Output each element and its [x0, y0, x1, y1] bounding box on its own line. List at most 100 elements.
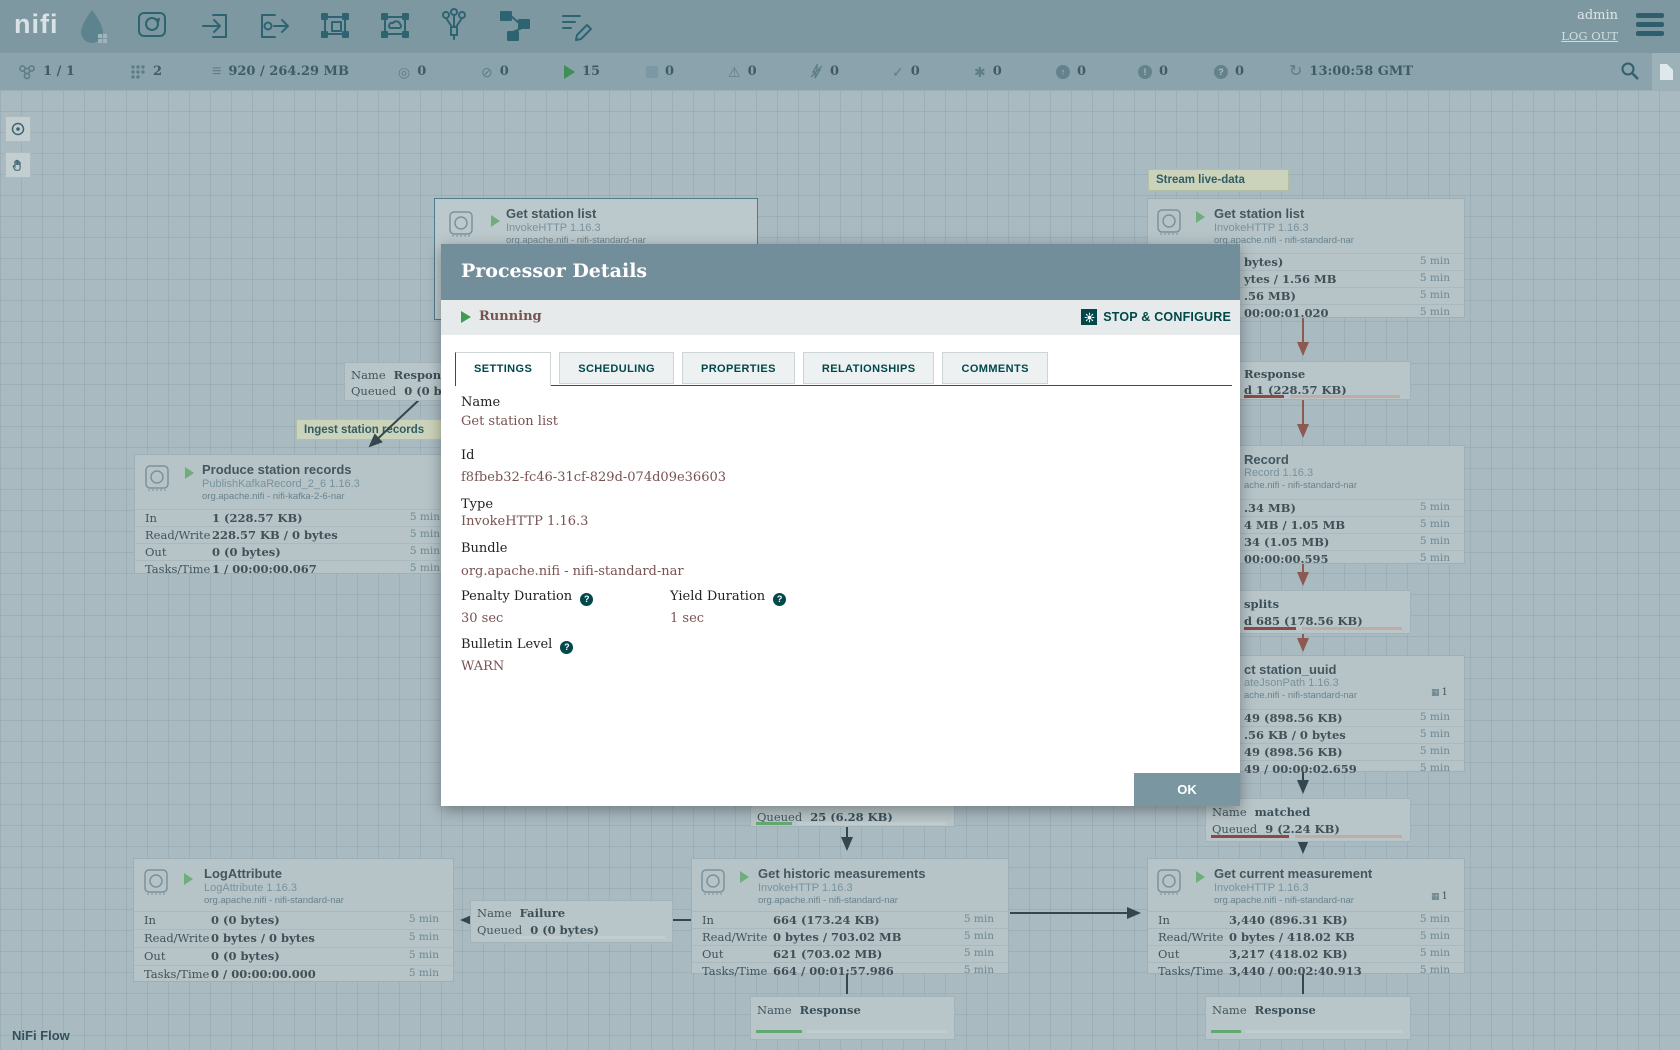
help-icon[interactable]: ? [560, 641, 573, 654]
threads-icon [130, 64, 146, 80]
run-status-icon [185, 467, 194, 479]
processor-get-historic-measurements[interactable]: Get historic measurements InvokeHTTP 1.1… [691, 858, 1009, 974]
processor-bundle: ache.nifi - nifi-standard-nar [1244, 480, 1357, 491]
current-user: admin [1577, 8, 1618, 23]
processor-produce-station-records[interactable]: Produce station records PublishKafkaReco… [134, 454, 455, 574]
node-badge: ▦1 [1431, 891, 1448, 902]
remote-process-group-icon[interactable] [378, 7, 412, 45]
stale-count: 0 [1077, 64, 1086, 79]
disabled-count: 0 [830, 64, 839, 79]
processor-bundle: org.apache.nifi - nifi-standard-nar [758, 895, 898, 906]
funnel-icon[interactable] [437, 7, 471, 45]
compass-icon [11, 122, 25, 136]
processor-details-dialog: Processor Details Running STOP & CONFIGU… [441, 244, 1240, 806]
cluster-icon [18, 64, 36, 80]
processor-name: Get station list [1214, 206, 1304, 221]
tab-relationships[interactable]: RELATIONSHIPS [803, 352, 935, 384]
stat-row: In664 (173.24 KB)5 min [692, 911, 1008, 929]
status-active-threads: 2 [130, 53, 162, 90]
connection-response-bottom-middle[interactable]: NameResponse [750, 996, 955, 1040]
label-icon[interactable] [559, 7, 593, 45]
status-not-transmitting: ⊘ 0 [481, 53, 509, 90]
stop-and-configure-button[interactable]: STOP & CONFIGURE [1081, 309, 1231, 325]
processor-name: Get current measurement [1214, 866, 1372, 881]
input-port-icon[interactable] [200, 7, 234, 45]
exclamation-circle-icon: ! [1138, 65, 1152, 79]
arrow-up-circle-icon: ↑ [1056, 65, 1070, 79]
name-value: Get station list [461, 414, 558, 429]
question-circle-icon: ? [1214, 65, 1228, 79]
up-to-date-count: 0 [911, 64, 920, 79]
stat-row: Read/Write228.57 KB / 0 bytes5 min [135, 526, 454, 544]
connected-nodes-count: 1 / 1 [43, 64, 75, 79]
last-refresh-time: 13:00:58 GMT [1309, 64, 1413, 79]
status-refresh[interactable]: ↻ 13:00:58 GMT [1289, 53, 1413, 90]
id-label: Id [461, 448, 474, 463]
status-locally-modified: ✱ 0 [974, 53, 1002, 90]
processor-name: Get station list [506, 206, 596, 221]
status-bar: 1 / 1 2 ≡ 920 / 264.29 MB ◎ 0 ⊘ 0 15 0 ⚠… [0, 53, 1680, 90]
id-value: f8fbeb32-fc46-31cf-829d-074d09e36603 [461, 470, 726, 485]
processor-chip-icon [449, 211, 473, 238]
breadcrumb[interactable]: NiFi Flow [12, 1028, 70, 1043]
processor-name: Record [1244, 452, 1289, 467]
operate-palette-button[interactable] [5, 152, 31, 178]
not-transmitting-icon: ⊘ [481, 65, 493, 79]
connection-response-bottom-right[interactable]: NameResponse [1205, 996, 1411, 1040]
status-up-to-date: ✓ 0 [892, 53, 920, 90]
ok-button[interactable]: OK [1134, 773, 1240, 806]
global-menu-icon[interactable] [1636, 13, 1666, 39]
status-connected-nodes: 1 / 1 [18, 53, 75, 90]
refresh-icon[interactable]: ↻ [1289, 65, 1302, 79]
processor-type: ateJsonPath 1.16.3 [1244, 677, 1339, 689]
processor-icon[interactable] [135, 7, 169, 45]
run-status-icon [1196, 211, 1205, 223]
processor-chip-icon [144, 869, 168, 896]
top-navbar: nifi admin LOG OUT [0, 0, 1680, 53]
navigate-palette-button[interactable] [5, 116, 31, 142]
tab-settings[interactable]: SETTINGS [455, 352, 551, 386]
processor-type: InvokeHTTP 1.16.3 [1214, 882, 1309, 894]
processor-type: PublishKafkaRecord_2_6 1.16.3 [202, 478, 360, 490]
invalid-warning-icon: ⚠ [728, 65, 741, 79]
status-transmitting: ◎ 0 [398, 53, 426, 90]
processor-type: Record 1.16.3 [1244, 467, 1313, 479]
process-group-icon[interactable] [318, 7, 352, 45]
type-label: Type [461, 497, 493, 512]
processor-get-current-measurement[interactable]: Get current measurement InvokeHTTP 1.16.… [1147, 858, 1465, 974]
running-play-icon [564, 65, 575, 79]
processor-log-attribute[interactable]: LogAttribute LogAttribute 1.16.3 org.apa… [133, 858, 454, 982]
run-status-icon [184, 873, 193, 885]
dialog-state-bar: Running STOP & CONFIGURE [441, 300, 1240, 335]
search-icon[interactable] [1620, 61, 1644, 83]
stat-row: Out0 (0 bytes)5 min [135, 543, 454, 561]
transmitting-icon: ◎ [398, 65, 410, 79]
stop-configure-label: STOP & CONFIGURE [1103, 310, 1231, 324]
locally-modified-count: 0 [993, 64, 1002, 79]
status-stale: ↑ 0 [1056, 53, 1086, 90]
stopped-count: 0 [665, 64, 674, 79]
help-icon[interactable]: ? [773, 593, 786, 606]
stat-row: Read/Write0 bytes / 0 bytes5 min [134, 929, 453, 947]
tab-scheduling[interactable]: SCHEDULING [559, 352, 674, 384]
stat-row: Tasks/Time0 / 00:00:00.0005 min [134, 965, 453, 983]
output-port-icon[interactable] [257, 7, 291, 45]
connection-failure[interactable]: NameFailure Queued0 (0 bytes) [470, 900, 673, 943]
status-queued: ≡ 920 / 264.29 MB [212, 53, 349, 90]
stopped-square-icon [646, 66, 658, 78]
summary-panel-button[interactable] [1652, 53, 1680, 90]
help-icon[interactable]: ? [580, 593, 593, 606]
dialog-title: Processor Details [461, 260, 647, 282]
queued-count: 920 / 264.29 MB [228, 64, 349, 79]
stat-row: Tasks/Time3,440 / 00:02:40.9135 min [1148, 962, 1464, 980]
tab-comments[interactable]: COMMENTS [942, 352, 1047, 384]
dialog-header: Processor Details [441, 244, 1240, 300]
template-icon[interactable] [498, 7, 532, 45]
check-icon: ✓ [892, 65, 904, 79]
processor-chip-icon [1157, 869, 1181, 896]
stat-row: Tasks/Time1 / 00:00:00.0675 min [135, 560, 454, 578]
logout-link[interactable]: LOG OUT [1561, 29, 1618, 43]
processor-chip-icon [1157, 209, 1181, 236]
stat-row: Read/Write0 bytes / 418.02 KB5 min [1148, 928, 1464, 946]
tab-properties[interactable]: PROPERTIES [682, 352, 795, 384]
